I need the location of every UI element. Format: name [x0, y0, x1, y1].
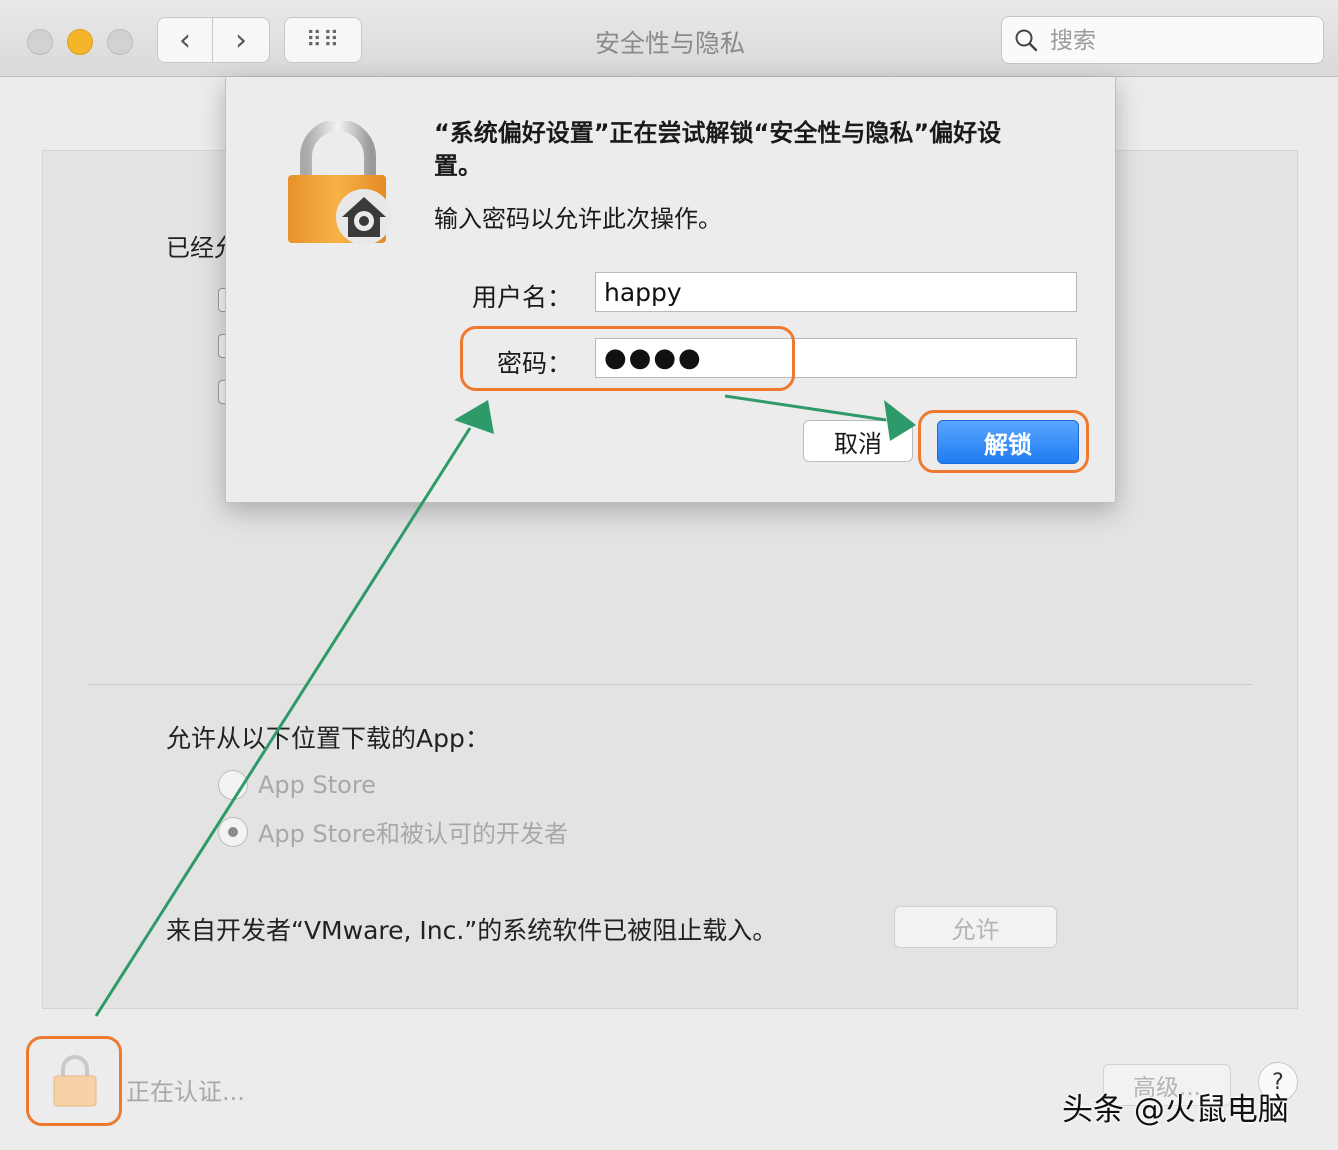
- watermark: 头条 @火鼠电脑: [1062, 1092, 1289, 1128]
- radio-button[interactable]: [218, 770, 248, 800]
- lock-highlight-box: [26, 1036, 122, 1126]
- radio-label: App Store: [258, 771, 376, 799]
- window-title: 安全性与隐私: [594, 29, 745, 58]
- radio-app-store-and-developers[interactable]: App Store和被认可的开发者: [218, 814, 568, 849]
- blocked-software-message: 来自开发者“VMware, Inc.”的系统软件已被阻止载入。: [166, 916, 778, 945]
- show-all-button[interactable]: ⠿⠿: [284, 17, 362, 63]
- chevron-right-icon: ›: [235, 22, 247, 58]
- auth-status: 正在认证...: [126, 1078, 245, 1106]
- grid-icon: ⠿⠿: [305, 27, 341, 53]
- section-divider: [88, 684, 1252, 685]
- radio-label: App Store和被认可的开发者: [258, 820, 568, 848]
- radio-button[interactable]: [218, 816, 248, 847]
- cancel-button[interactable]: 取消: [803, 420, 913, 462]
- close-window-button[interactable]: [27, 29, 53, 55]
- username-label: 用户名：: [471, 283, 572, 312]
- search-field[interactable]: [1001, 16, 1324, 64]
- radio-app-store[interactable]: App Store: [218, 770, 376, 800]
- padlock-with-gear-icon: [288, 121, 392, 245]
- minimize-window-button[interactable]: [67, 29, 93, 55]
- back-button[interactable]: ‹: [157, 17, 213, 63]
- chevron-left-icon: ‹: [179, 22, 191, 58]
- dialog-prompt: 输入密码以允许此次操作。: [434, 205, 722, 233]
- dialog-title: “系统偏好设置”正在尝试解锁“安全性与隐私”偏好设置。: [434, 119, 1002, 180]
- password-highlight-box: [460, 326, 795, 391]
- download-source-label: 允许从以下位置下载的App：: [166, 724, 490, 753]
- magnifier-icon: [1015, 29, 1038, 52]
- title-bar: ‹ › ⠿⠿ 安全性与隐私: [0, 0, 1338, 77]
- search-input[interactable]: [1048, 25, 1312, 57]
- username-field[interactable]: [595, 272, 1077, 312]
- unlock-highlight-box: [918, 410, 1089, 473]
- forward-button[interactable]: ›: [212, 17, 270, 63]
- zoom-window-button[interactable]: [107, 29, 133, 55]
- allow-button[interactable]: 允许: [894, 906, 1057, 948]
